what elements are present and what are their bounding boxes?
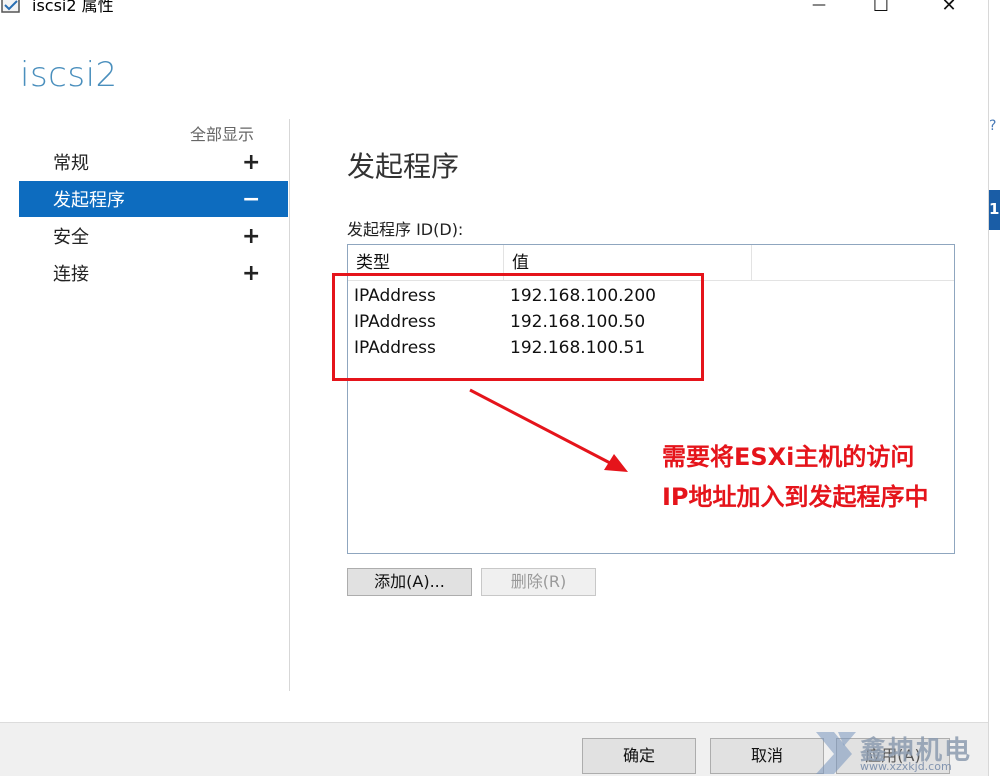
initiator-list-label: 发起程序 ID(D): [347, 220, 464, 239]
annotation-highlight-box [332, 273, 704, 381]
show-all-link[interactable]: 全部显示 [190, 121, 254, 145]
minimize-button[interactable]: — [796, 0, 842, 16]
collapse-icon: − [242, 186, 261, 212]
expand-icon: + [242, 260, 261, 286]
window-title: iscsi2 属性 [32, 0, 114, 15]
page-title: iscsi2 [20, 55, 118, 95]
ok-button[interactable]: 确定 [582, 738, 696, 774]
background-text: 19 [989, 200, 1000, 218]
nav-item-connections[interactable]: 连接 + [19, 255, 288, 291]
nav-divider [289, 119, 290, 691]
section-title: 发起程序 [347, 150, 460, 183]
nav-item-label: 发起程序 [53, 190, 125, 211]
nav-item-label: 连接 [53, 264, 89, 285]
watermark-url: www.xzxkjd.com [860, 760, 952, 773]
nav-item-security[interactable]: 安全 + [19, 218, 288, 254]
add-button[interactable]: 添加(A)... [347, 568, 472, 596]
nav-item-initiators[interactable]: 发起程序 − [19, 181, 288, 217]
expand-icon: + [242, 223, 261, 249]
background-window-strip: ? 19 [988, 0, 1000, 776]
expand-icon: + [242, 149, 261, 175]
close-button[interactable]: ✕ [926, 0, 972, 16]
annotation-line: 需要将ESXi主机的访问 [662, 443, 915, 471]
nav-item-general[interactable]: 常规 + [19, 144, 288, 180]
maximize-icon: ☐ [872, 0, 890, 16]
nav-item-label: 安全 [53, 227, 89, 248]
cancel-button[interactable]: 取消 [710, 738, 824, 774]
remove-button[interactable]: 删除(R) [481, 568, 596, 596]
maximize-button[interactable]: ☐ [858, 0, 904, 16]
column-separator[interactable] [751, 245, 752, 281]
title-bar: iscsi2 属性 — ☐ ✕ [0, 0, 988, 16]
nav-item-label: 常规 [53, 153, 89, 174]
help-icon: ? [989, 118, 997, 134]
close-icon: ✕ [941, 0, 957, 16]
annotation-text: 需要将ESXi主机的访问 IP地址加入到发起程序中 [662, 437, 982, 517]
minimize-icon: — [812, 0, 826, 13]
annotation-line: IP地址加入到发起程序中 [662, 483, 929, 511]
properties-icon [0, 0, 22, 16]
